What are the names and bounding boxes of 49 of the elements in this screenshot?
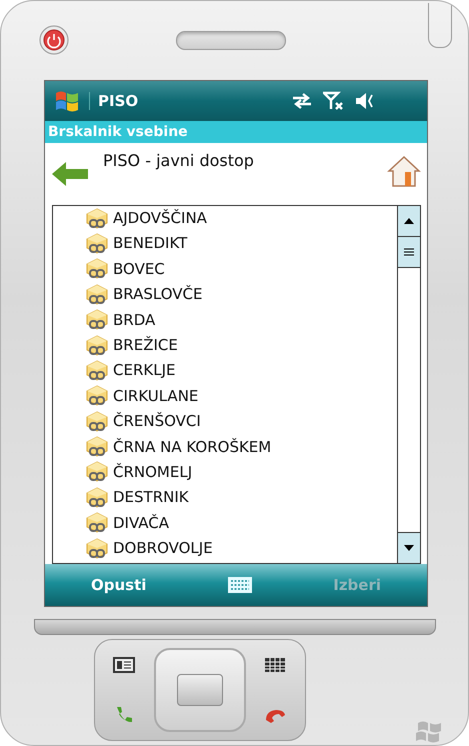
up-triangle-icon bbox=[404, 218, 414, 224]
package-folder-icon bbox=[85, 309, 109, 332]
list-item[interactable]: BREŽICE bbox=[113, 338, 178, 354]
package-folder-icon bbox=[85, 461, 109, 484]
package-folder-icon bbox=[85, 258, 109, 280]
list-item[interactable]: ČRNOMELJ bbox=[113, 464, 192, 480]
back-arrow-icon[interactable] bbox=[51, 160, 89, 187]
scroll-down-button[interactable] bbox=[398, 532, 420, 563]
list-item[interactable]: DESTRNIK bbox=[113, 490, 189, 506]
grip-lines-icon bbox=[404, 248, 414, 256]
list-item[interactable]: AJDOVŠČINA bbox=[113, 211, 207, 226]
package-folder-icon bbox=[85, 334, 109, 357]
down-triangle-icon bbox=[404, 544, 414, 551]
list-item[interactable]: BENEDIKT bbox=[113, 236, 188, 252]
sync-arrows-icon[interactable] bbox=[291, 92, 313, 109]
calendar-grid-icon[interactable] bbox=[264, 657, 286, 673]
contact-card-icon[interactable] bbox=[113, 657, 135, 673]
list-item[interactable]: DIVAČA bbox=[113, 516, 170, 531]
package-folder-icon bbox=[85, 436, 109, 458]
list-item[interactable]: CERKLJE bbox=[113, 363, 176, 378]
package-folder-icon bbox=[85, 232, 109, 255]
home-icon[interactable] bbox=[387, 154, 421, 187]
list-item[interactable]: ČRNA NA KOROŠKEM bbox=[113, 440, 272, 455]
package-folder-icon bbox=[85, 512, 109, 534]
power-button-icon[interactable] bbox=[39, 25, 69, 56]
no-signal-icon[interactable] bbox=[323, 90, 345, 111]
scrollbar[interactable] bbox=[397, 206, 420, 563]
list-item[interactable]: BOVEC bbox=[113, 262, 165, 277]
list-item[interactable]: ČRENŠOVCI bbox=[113, 414, 201, 430]
list-item[interactable]: DOBROVOLJE bbox=[113, 541, 213, 556]
list-item[interactable]: BRDA bbox=[113, 312, 156, 328]
header-title: Brskalnik vsebine bbox=[45, 120, 427, 143]
scroll-thumb[interactable] bbox=[398, 236, 420, 268]
location-path: PISO - javni dostop bbox=[103, 150, 254, 170]
package-folder-icon bbox=[85, 360, 109, 382]
package-folder-icon bbox=[85, 385, 109, 408]
scroll-up-button[interactable] bbox=[398, 206, 420, 237]
package-folder-icon bbox=[85, 538, 109, 560]
stylus-slot bbox=[428, 2, 452, 48]
package-folder-icon bbox=[85, 284, 109, 306]
list-item[interactable]: CIRKULANE bbox=[113, 388, 198, 404]
softkey-button[interactable]: Opusti bbox=[87, 572, 150, 598]
speaker-icon[interactable] bbox=[355, 92, 375, 110]
window-title: PISO bbox=[89, 92, 138, 110]
list-item[interactable]: BRASLOVČE bbox=[113, 287, 202, 302]
package-folder-icon bbox=[85, 208, 109, 230]
package-folder-icon bbox=[85, 486, 109, 509]
package-folder-icon bbox=[85, 410, 109, 433]
keyboard-icon[interactable] bbox=[226, 576, 253, 594]
